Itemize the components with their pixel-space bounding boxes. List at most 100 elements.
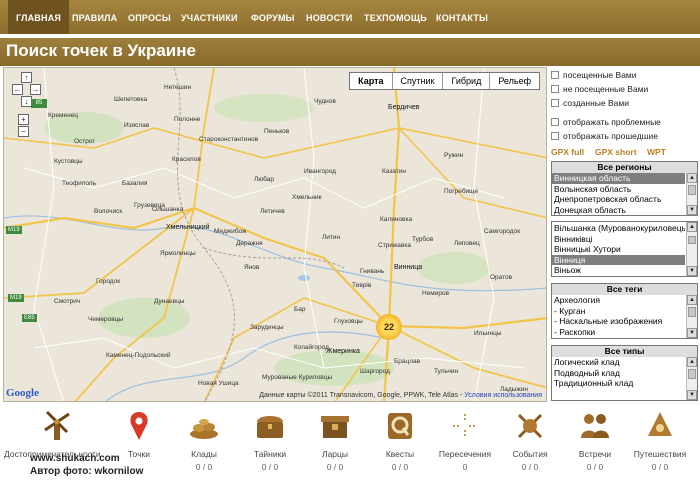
map-label-city: Теофиполь <box>62 180 96 187</box>
places-scrollbar[interactable]: ▲ ▼ <box>686 222 697 276</box>
map-label-city: Жмеринка <box>326 348 360 355</box>
scroll-up-icon[interactable]: ▲ <box>687 357 697 367</box>
zoom-in-icon[interactable]: + <box>18 114 29 125</box>
google-logo: Google <box>6 387 39 399</box>
place-option[interactable]: Віньож <box>552 265 685 276</box>
place-option[interactable]: Вінницькі Хутори <box>552 244 685 255</box>
zoom-out-icon[interactable]: − <box>18 126 29 137</box>
filter-visited[interactable]: посещенные Вами <box>551 69 637 81</box>
map-type-map-button[interactable]: Карта <box>350 73 392 89</box>
type-option[interactable]: Традиционный клад <box>552 378 685 389</box>
category-intersections[interactable]: Пересечения 0 <box>432 408 498 472</box>
pan-up-icon[interactable]: ↑ <box>21 72 32 83</box>
page-header: Поиск точек в Украине <box>0 38 700 66</box>
map-view[interactable]: Бердичев Жмеринка Винница Хмельницкий Ка… <box>3 67 547 402</box>
map-label-city: Базалия <box>122 180 148 187</box>
regions-scrollbar[interactable]: ▲ ▼ <box>686 173 697 215</box>
map-label-city: Ильинцы <box>474 330 502 337</box>
types-listbox[interactable]: Все типы Логический клад Подводный клад … <box>551 345 698 401</box>
terms-link[interactable]: Условия использования <box>464 392 542 399</box>
checkbox[interactable] <box>551 132 559 140</box>
checkbox[interactable] <box>551 85 559 93</box>
category-treasures[interactable]: Клады 0 / 0 <box>171 408 237 472</box>
gpx-short-link[interactable]: GPX short <box>595 147 637 157</box>
filter-past[interactable]: отображать прошедшие <box>551 130 658 142</box>
place-option[interactable]: Вінниця <box>552 254 685 265</box>
nav-item-forums[interactable]: ФОРУМЫ <box>243 0 303 34</box>
gpx-full-link[interactable]: GPX full <box>551 147 584 157</box>
treasure-coins-icon <box>190 419 218 439</box>
types-scrollbar[interactable]: ▲ ▼ <box>686 357 697 400</box>
type-option[interactable]: Логический клад <box>552 357 685 368</box>
nav-item-contacts[interactable]: КОНТАКТЫ <box>428 0 496 34</box>
filter-problematic[interactable]: отображать проблемные <box>551 116 661 128</box>
tag-option[interactable]: - Раскопки <box>552 327 685 338</box>
category-label: Путешествия <box>633 449 687 459</box>
map-type-satellite-button[interactable]: Спутник <box>391 73 443 89</box>
category-count: 0 / 0 <box>521 462 539 472</box>
tags-header[interactable]: Все теги <box>552 284 697 295</box>
types-header[interactable]: Все типы <box>552 346 697 357</box>
nav-item-rules[interactable]: ПРАВИЛА <box>64 0 125 34</box>
place-option[interactable]: Вінниківці <box>552 234 685 245</box>
region-option[interactable]: Волынская область <box>552 184 685 195</box>
filter-not-visited[interactable]: не посещенные Вами <box>551 83 648 95</box>
tags-listbox[interactable]: Все теги Археология - Курган - Наскальны… <box>551 283 698 339</box>
type-option[interactable]: Подводный клад <box>552 368 685 379</box>
scroll-thumb[interactable] <box>688 307 696 317</box>
filter-created[interactable]: созданные Вами <box>551 97 629 109</box>
map-type-terrain-button[interactable]: Рельеф <box>489 73 539 89</box>
wpt-link[interactable]: WPT <box>647 147 666 157</box>
scroll-up-icon[interactable]: ▲ <box>687 222 697 232</box>
place-option[interactable]: Вільшанка (Мурованокуриловецький) <box>552 223 685 234</box>
scroll-thumb[interactable] <box>688 185 696 195</box>
scroll-down-icon[interactable]: ▼ <box>687 328 697 338</box>
nav-item-polls[interactable]: ОПРОСЫ <box>120 0 179 34</box>
category-meetings[interactable]: Встречи 0 / 0 <box>562 408 628 472</box>
map-copyright-text: Данные карты ©2011 Transnavicom, Google,… <box>259 392 465 399</box>
category-events[interactable]: События 0 / 0 <box>497 408 563 472</box>
category-quests[interactable]: Квесты 0 / 0 <box>367 408 433 472</box>
scroll-up-icon[interactable]: ▲ <box>687 173 697 183</box>
pan-left-icon[interactable]: ← <box>12 84 23 95</box>
map-label-city: Новая Ушица <box>198 380 239 387</box>
scroll-up-icon[interactable]: ▲ <box>687 295 697 305</box>
tag-option[interactable]: Археология <box>552 295 685 306</box>
checkbox[interactable] <box>551 99 559 107</box>
category-caskets[interactable]: Ларцы 0 / 0 <box>302 408 368 472</box>
places-listbox[interactable]: Вільшанка (Мурованокуриловецький) Вінник… <box>551 221 698 277</box>
category-label: События <box>512 449 548 459</box>
region-option[interactable]: Днепропетровская область <box>552 194 685 205</box>
category-count: 0 / 0 <box>326 462 344 472</box>
tag-option[interactable]: - Курган <box>552 306 685 317</box>
map-label-city: Бердичев <box>388 104 420 111</box>
pan-right-icon[interactable]: → <box>30 84 41 95</box>
region-option[interactable]: Донецкая область <box>552 205 685 216</box>
scroll-thumb[interactable] <box>688 236 696 244</box>
map-label-city: Грузевица <box>134 202 165 209</box>
regions-header[interactable]: Все регионы <box>552 162 697 173</box>
nav-item-members[interactable]: УЧАСТНИКИ <box>173 0 246 34</box>
scroll-down-icon[interactable]: ▼ <box>687 205 697 215</box>
crossed-swords-icon <box>517 413 543 439</box>
scroll-down-icon[interactable]: ▼ <box>687 266 697 276</box>
map-label-city: Шепетовка <box>114 96 148 103</box>
map-type-hybrid-button[interactable]: Гибрид <box>442 73 490 89</box>
checkbox[interactable] <box>551 118 559 126</box>
tags-scrollbar[interactable]: ▲ ▼ <box>686 295 697 338</box>
tag-option[interactable]: - Наскальные изображения <box>552 316 685 327</box>
nav-item-news[interactable]: НОВОСТИ <box>298 0 360 34</box>
nav-item-home[interactable]: ГЛАВНАЯ <box>8 0 70 34</box>
scroll-down-icon[interactable]: ▼ <box>687 390 697 400</box>
region-option[interactable]: Винницкая область <box>552 173 685 184</box>
map-cluster-marker[interactable]: 22 <box>376 314 402 340</box>
scroll-thumb[interactable] <box>688 369 696 379</box>
category-travels[interactable]: Путешествия 0 / 0 <box>627 408 693 472</box>
category-caches[interactable]: Тайники 0 / 0 <box>237 408 303 472</box>
regions-listbox[interactable]: Все регионы Винницкая область Волынская … <box>551 161 698 216</box>
nav-item-support[interactable]: ТЕХПОМОЩЬ <box>356 0 435 34</box>
map-label-city: Стрижавка <box>378 242 411 249</box>
map-label-city: Казатин <box>382 168 406 175</box>
map-label-city: Гнивань <box>360 268 385 275</box>
checkbox[interactable] <box>551 71 559 79</box>
